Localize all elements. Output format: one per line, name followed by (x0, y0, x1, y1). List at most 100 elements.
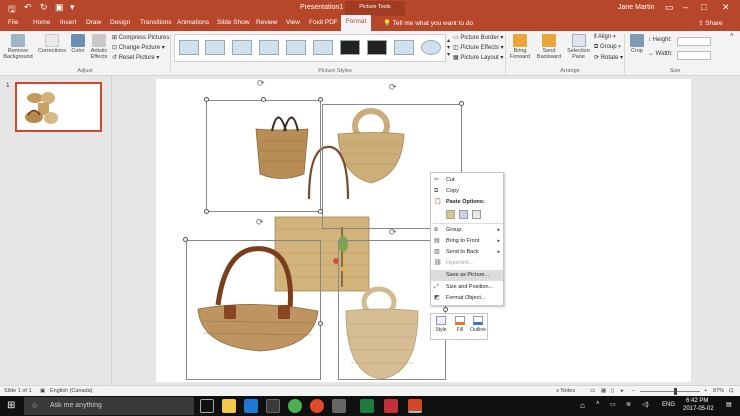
tab-animations[interactable]: Animations (177, 19, 209, 26)
tab-file[interactable]: File (8, 19, 18, 26)
volume-icon[interactable]: ◁) (642, 401, 649, 408)
picture-style-thumb[interactable] (313, 40, 333, 55)
store-icon[interactable] (266, 399, 280, 413)
menu-item-save-as-picture[interactable]: Save as Picture... (431, 270, 503, 281)
picture-styles-gallery[interactable] (174, 34, 446, 62)
selection-pane-button[interactable]: Selection Pane (565, 34, 592, 60)
slide-thumbnail[interactable] (15, 82, 102, 132)
compress-pictures-button[interactable]: ⊞ Compress Pictures (112, 34, 169, 41)
resize-handle[interactable] (318, 321, 323, 326)
paste-keep-format-icon[interactable] (446, 210, 455, 219)
wifi-icon[interactable]: ≋ (626, 401, 631, 408)
menu-item-copy[interactable]: ⧉ Copy (431, 186, 503, 197)
paste-text-icon[interactable] (472, 210, 481, 219)
tab-insert[interactable]: Insert (60, 19, 76, 26)
resize-handle[interactable] (443, 307, 448, 312)
menu-item-size-and-position[interactable]: ⤢ Size and Position... (431, 282, 503, 293)
outline-button[interactable]: Outline (470, 316, 486, 333)
slide-sorter-icon[interactable]: ▦ (601, 388, 606, 394)
firefox-icon[interactable] (310, 399, 324, 413)
align-button[interactable]: ⫴ Align ▾ (594, 34, 616, 41)
picture-effects-button[interactable]: ◫ Picture Effects ▾ (453, 44, 504, 51)
app-icon[interactable] (332, 399, 346, 413)
cortana-search-box[interactable]: ○ Ask me anything (24, 397, 194, 415)
battery-icon[interactable]: ▭ (610, 401, 616, 408)
zoom-slider[interactable] (640, 391, 700, 392)
fill-button[interactable]: Fill (452, 316, 468, 333)
picture-style-thumb[interactable] (286, 40, 306, 55)
tab-draw[interactable]: Draw (86, 19, 101, 26)
excel-icon[interactable] (360, 399, 374, 413)
share-button[interactable]: ⇪ Share (698, 19, 723, 27)
corrections-button[interactable]: Corrections (37, 34, 67, 54)
menu-item-send-to-back[interactable]: ▥ Send to Back ▸ (431, 247, 503, 258)
tab-home[interactable]: Home (33, 19, 50, 26)
style-button[interactable]: Style (433, 316, 449, 333)
remove-background-button[interactable]: Remove Background (2, 34, 34, 60)
menu-item-cut[interactable]: ✂ Cut (431, 175, 503, 186)
picture-style-thumb[interactable] (340, 40, 360, 55)
language-indicator[interactable]: English (Canada) (50, 388, 93, 394)
gallery-more-icon[interactable]: ▴ ▾ ▾ (447, 37, 450, 58)
height-field[interactable] (677, 37, 711, 46)
slideshow-icon[interactable]: ▸ (621, 388, 624, 394)
group-button[interactable]: ⧉ Group ▾ (594, 44, 621, 51)
menu-item-format-object[interactable]: ◩ Format Object... (431, 293, 503, 304)
picture-style-thumb[interactable] (367, 40, 387, 55)
close-icon[interactable]: ✕ (722, 2, 730, 13)
slide[interactable]: ⟳ ⟳ ⟳ ⟳ (156, 78, 691, 382)
resize-handle[interactable] (261, 97, 266, 102)
edge-icon[interactable] (244, 399, 258, 413)
action-center-icon[interactable]: ▤ (726, 401, 732, 408)
tab-slide-show[interactable]: Slide Show (217, 19, 250, 26)
resize-handle[interactable] (318, 209, 323, 214)
undo-icon[interactable]: ↶ (24, 2, 32, 13)
rotate-handle-icon[interactable]: ⟳ (389, 82, 397, 93)
tab-design[interactable]: Design (110, 19, 130, 26)
tab-review[interactable]: Review (256, 19, 277, 26)
bring-forward-button[interactable]: Bring Forward (507, 34, 533, 60)
spellcheck-icon[interactable]: ▣ (40, 388, 45, 394)
artistic-effects-button[interactable]: Artistic Effects (88, 34, 110, 60)
zoom-slider-thumb[interactable] (674, 388, 677, 395)
picture-style-thumb[interactable] (259, 40, 279, 55)
tab-transitions[interactable]: Transitions (140, 19, 172, 26)
picture-style-thumb[interactable] (179, 40, 199, 55)
rotate-handle-icon[interactable]: ⟳ (256, 217, 264, 228)
paste-picture-icon[interactable] (459, 210, 468, 219)
fit-slide-icon[interactable]: ⊡ (729, 388, 734, 394)
send-backward-button[interactable]: Send Backward (535, 34, 563, 60)
resize-handle[interactable] (204, 97, 209, 102)
network-icon[interactable]: ⌂ (580, 401, 585, 410)
customize-quick-access-icon[interactable]: ▾ (70, 2, 75, 13)
width-field[interactable] (677, 51, 711, 60)
maximize-icon[interactable]: □ (701, 2, 706, 12)
tab-view[interactable]: View (286, 19, 300, 26)
clock-time[interactable]: 6:42 PM (686, 398, 708, 404)
picture-layout-button[interactable]: ▦ Picture Layout ▾ (453, 54, 503, 61)
change-picture-button[interactable]: ⊡ Change Picture ▾ (112, 44, 165, 51)
powerpoint-icon[interactable] (408, 399, 422, 413)
zoom-level[interactable]: 87% (713, 388, 724, 394)
normal-view-icon[interactable]: ▭ (590, 388, 595, 394)
input-language[interactable]: ENG (662, 402, 675, 408)
picture-style-thumb[interactable] (232, 40, 252, 55)
collapse-ribbon-icon[interactable]: ˄ (730, 33, 734, 39)
menu-item-group[interactable]: ⧈ Group ▸ (431, 225, 503, 236)
crop-button[interactable]: Crop (627, 34, 647, 54)
zoom-in-icon[interactable]: + (704, 388, 707, 394)
windows-start-icon[interactable]: ⊞ (7, 400, 15, 411)
color-button[interactable]: Color (68, 34, 88, 54)
menu-item-bring-to-front[interactable]: ▤ Bring to Front ▸ (431, 236, 503, 247)
user-name[interactable]: Jane Martin (618, 4, 655, 11)
rotate-handle-icon[interactable]: ⟳ (257, 78, 265, 89)
task-view-icon[interactable] (200, 399, 214, 413)
minimize-icon[interactable]: – (683, 2, 688, 12)
notes-button[interactable]: ≡ Notes (556, 388, 575, 394)
picture-style-thumb[interactable] (394, 40, 414, 55)
resize-handle[interactable] (204, 209, 209, 214)
file-explorer-icon[interactable] (222, 399, 236, 413)
picture-border-button[interactable]: ▭ Picture Border ▾ (453, 34, 503, 41)
zoom-out-icon[interactable]: – (632, 388, 635, 394)
picture-style-thumb[interactable] (205, 40, 225, 55)
